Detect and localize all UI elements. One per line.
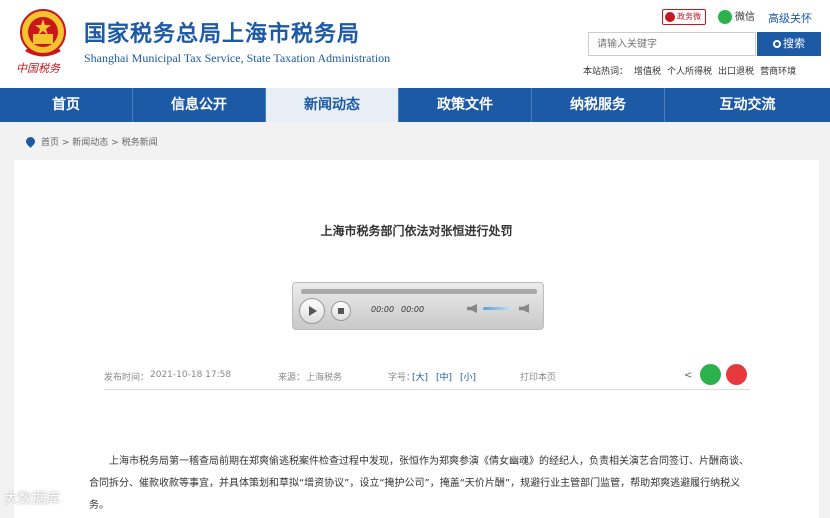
- watermark: 大数据库: [4, 491, 60, 507]
- audio-progress-bar[interactable]: [301, 289, 537, 294]
- nav-info-disclosure[interactable]: 信息公开: [133, 88, 266, 122]
- search-button[interactable]: 搜索: [757, 32, 821, 56]
- site-title[interactable]: 国家税务总局上海市税务局: [84, 16, 360, 48]
- article-paragraph: 上海市税务局第一稽查局前期在郑爽偷逃税案件检查过程中发现，张恒作为郑爽参演《倩女…: [89, 456, 749, 511]
- volume-max-icon[interactable]: [519, 304, 529, 313]
- play-button[interactable]: [299, 298, 325, 324]
- article-panel: 上海市税务部门依法对张恒进行处罚 00:00 00:00 发布时间： 2021-…: [14, 160, 819, 518]
- share-weibo-icon[interactable]: [726, 364, 747, 385]
- article-title: 上海市税务部门依法对张恒进行处罚: [320, 224, 513, 238]
- nav-interaction[interactable]: 互动交流: [665, 88, 830, 122]
- nav-home[interactable]: 首页: [0, 88, 133, 122]
- share-wechat-icon[interactable]: [700, 364, 721, 385]
- nav-news[interactable]: 新闻动态: [266, 88, 399, 122]
- nav-policy[interactable]: 政策文件: [399, 88, 532, 122]
- source-label: 来源：: [278, 373, 306, 383]
- font-small-link[interactable]: [小]: [460, 370, 476, 383]
- weibo-button[interactable]: 政务微: [662, 9, 706, 25]
- hot-word-item[interactable]: 营商环境: [760, 67, 796, 77]
- publish-time-label: 发布时间：: [104, 373, 150, 383]
- weibo-icon: [665, 12, 675, 22]
- wechat-link[interactable]: 微信: [718, 8, 755, 24]
- breadcrumb-news[interactable]: 新闻动态: [72, 138, 108, 148]
- wechat-icon: [718, 10, 732, 24]
- hot-word-item[interactable]: 出口退税: [718, 67, 754, 77]
- site-title-english: Shanghai Municipal Tax Service, State Ta…: [84, 51, 391, 65]
- breadcrumb: 首页 > 新闻动态 > 税务新闻: [24, 135, 158, 148]
- search-input[interactable]: [588, 32, 756, 56]
- tax-emblem-icon: [20, 9, 66, 57]
- breadcrumb-home[interactable]: 首页: [41, 138, 59, 148]
- care-mode-link[interactable]: 高级关怀: [768, 10, 812, 26]
- share-icon[interactable]: <: [684, 370, 696, 381]
- stop-button[interactable]: [331, 301, 351, 321]
- mute-icon[interactable]: [467, 304, 477, 313]
- font-size-label: 字号：: [388, 373, 416, 383]
- hot-words: 本站热词： 增值税 个人所得税 出口退税 营商环境: [583, 64, 796, 77]
- volume-slider[interactable]: [483, 307, 513, 310]
- meta-divider: [104, 389, 750, 390]
- breadcrumb-tax-news[interactable]: 税务新闻: [122, 138, 158, 148]
- location-pin-icon: [24, 135, 37, 148]
- source-value: 上海税务: [306, 373, 343, 383]
- font-large-link[interactable]: [大]: [412, 370, 428, 383]
- hot-words-label: 本站热词：: [583, 67, 629, 77]
- search-icon: [773, 40, 781, 48]
- site-header: 中国税务 国家税务总局上海市税务局 Shanghai Municipal Tax…: [0, 0, 830, 88]
- publish-time: 2021-10-18 17:58: [150, 370, 232, 380]
- nav-tax-service[interactable]: 纳税服务: [532, 88, 665, 122]
- print-link[interactable]: 打印本页: [520, 370, 556, 383]
- brand-subtitle: 中国税务: [16, 62, 60, 75]
- hot-word-item[interactable]: 增值税: [634, 67, 661, 77]
- audio-duration: 00:00: [401, 305, 425, 314]
- audio-current-time: 00:00: [371, 305, 395, 314]
- font-medium-link[interactable]: [中]: [436, 370, 452, 383]
- hot-word-item[interactable]: 个人所得税: [667, 67, 712, 77]
- main-nav: 首页 信息公开 新闻动态 政策文件 纳税服务 互动交流: [0, 88, 830, 122]
- audio-player: 00:00 00:00: [292, 282, 544, 330]
